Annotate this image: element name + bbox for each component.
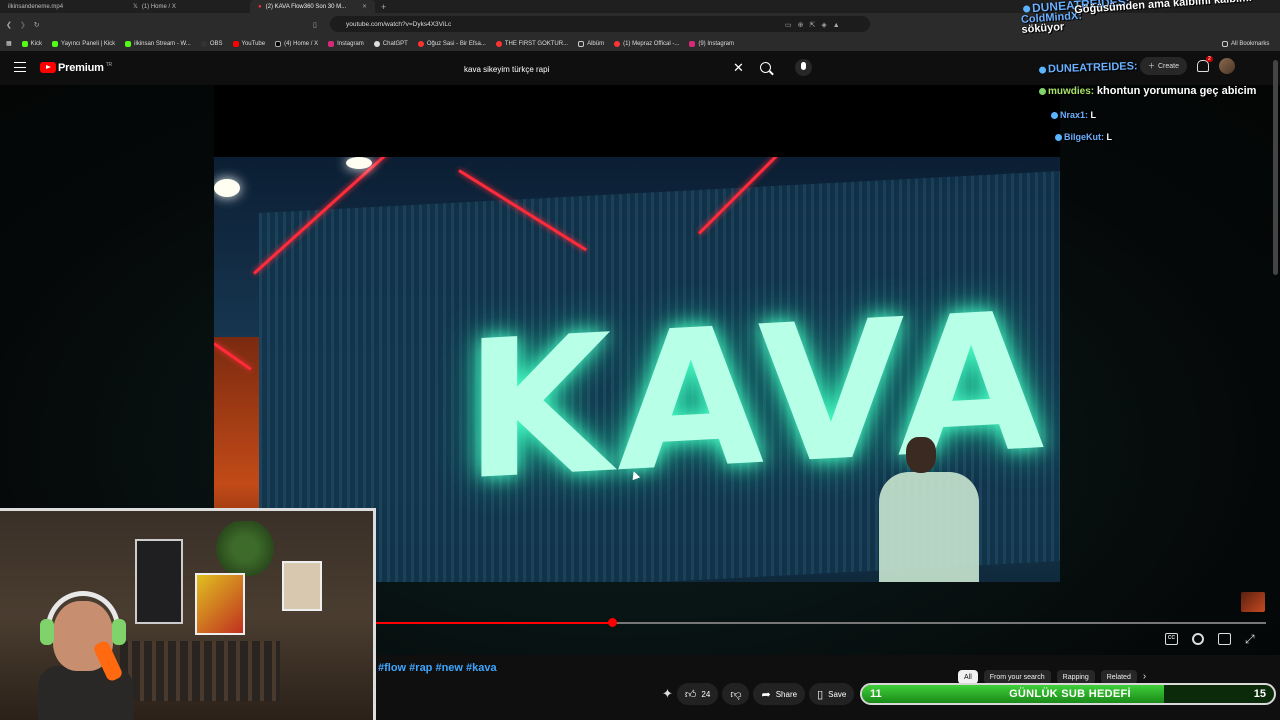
stage-lamp (346, 157, 372, 169)
tab-label: (1) Home / X (141, 3, 176, 10)
tab-close-icon[interactable]: ✕ (362, 3, 367, 10)
settings-icon[interactable] (1192, 633, 1204, 645)
x-logo-icon: 𝕏 (133, 4, 138, 10)
chip-rapping[interactable]: Rapping (1056, 670, 1095, 684)
bookmark-item[interactable]: (9) Instagram (689, 40, 734, 47)
chip-related[interactable]: Related (1100, 670, 1137, 684)
progress-bar[interactable] (376, 618, 1266, 627)
new-tab-button[interactable]: + (375, 2, 392, 12)
chat-badge-icon (1051, 112, 1058, 120)
related-chips: All From your search Rapping Related › (958, 670, 1146, 684)
bookmark-item[interactable]: Kick (21, 40, 42, 47)
like-count: 24 (701, 689, 711, 699)
search-input[interactable]: kava sikeyim türkçe rapi (456, 58, 751, 80)
performer (854, 417, 984, 582)
sub-goal-title: GÜNLÜK SUB HEDEFİ (1009, 688, 1131, 700)
video-hashtags[interactable]: #flow #rap #new #kava (378, 662, 497, 674)
progress-scrubber[interactable] (607, 618, 617, 627)
bookmark-item[interactable]: THE FIRST GOKTUR... (495, 40, 568, 47)
chat-message: Nrax1: L (1051, 110, 1096, 120)
bookmark-item[interactable]: YouTube (232, 40, 265, 47)
like-button[interactable]: 👍︎ 24 (676, 683, 719, 705)
youtube-premium-logo[interactable]: Premium TR (58, 62, 112, 74)
apps-icon[interactable]: ▦ (6, 40, 12, 47)
theater-mode-icon[interactable] (1218, 633, 1231, 645)
bookmark-item[interactable]: ChatGPT (373, 40, 408, 47)
share-label: Share (775, 689, 798, 699)
region-code: TR (105, 62, 112, 69)
chat-message: BilgeKut: L (1055, 132, 1112, 142)
thumbs-up-icon: 👍︎ (684, 688, 697, 701)
bottle-shelf (120, 641, 280, 701)
channel-watermark[interactable] (1241, 592, 1265, 612)
tab-label: (2) KAVA Flow360 Son 30 M... (265, 3, 347, 10)
wall-poster (282, 561, 322, 611)
dislike-button[interactable]: 👎︎ (722, 683, 750, 705)
reload-icon[interactable]: ↻ (34, 21, 40, 29)
youtube-logo-icon[interactable] (40, 62, 56, 73)
share-icon: ➦ (761, 688, 771, 701)
plant (215, 521, 275, 576)
thumbs-down-icon: 👎︎ (730, 688, 742, 701)
subtitles-icon[interactable]: CC (1165, 633, 1178, 645)
save-label: Save (828, 689, 847, 699)
bookmark-item[interactable]: ilkinsan Stream - W... (125, 40, 191, 47)
wall-poster (135, 539, 183, 624)
bookmark-icon: ▯ (817, 688, 824, 701)
voice-search-icon[interactable] (795, 59, 812, 76)
back-icon[interactable]: ❮ (6, 21, 12, 29)
bookmark-item[interactable]: Yayıncı Paneli | Kick (52, 40, 115, 47)
chevron-right-icon[interactable]: › (1143, 670, 1146, 684)
bookmark-page-icon[interactable]: ▯ (313, 21, 317, 29)
menu-icon[interactable] (14, 62, 26, 72)
tab-home-x[interactable]: 𝕏 (1) Home / X (125, 0, 250, 13)
screen: ilkinsandeneme.mp4 𝕏 (1) Home / X ● (2) … (0, 0, 1280, 720)
clear-search-icon[interactable]: ✕ (733, 60, 744, 76)
headphones (46, 591, 120, 641)
chat-message: DUNEATREIDES: (1038, 60, 1138, 75)
share-button[interactable]: ➦ Share (753, 683, 806, 705)
chat-message-text: Göğüsümden ama kalbimi kalbimi söküyor (1021, 0, 1253, 36)
tab-label: ilkinsandeneme.mp4 (8, 3, 64, 10)
sub-goal-bar: 11 GÜNLÜK SUB HEDEFİ 15 (860, 683, 1276, 705)
webcam-overlay (0, 508, 376, 720)
streamer (38, 581, 133, 720)
bookmark-item[interactable]: Instagram (328, 40, 364, 47)
fullscreen-icon[interactable]: ⤢ (1245, 633, 1258, 645)
progress-bar-fill (376, 622, 612, 624)
chip-from-your-search[interactable]: From your search (983, 670, 1051, 684)
save-button[interactable]: ▯ Save (809, 683, 855, 705)
tab-youtube-video[interactable]: ● (2) KAVA Flow360 Son 30 M... ✕ (250, 0, 375, 13)
tab-ilkinsandeneme[interactable]: ilkinsandeneme.mp4 (0, 0, 125, 13)
chat-badge-icon (1055, 134, 1062, 142)
youtube-favicon-icon: ● (258, 3, 262, 10)
chat-overlay: DUNEATREIDES: ColdMindX: Göğüsümden ama … (1015, 0, 1280, 150)
url-text: youtube.com/watch?v=Dyks4X3ViLc (346, 20, 452, 28)
wall-poster (195, 573, 245, 635)
extension-icons[interactable]: ▭⊕⇱◈▲ (785, 21, 846, 29)
search-icon[interactable] (760, 62, 771, 73)
bookmark-folder[interactable]: Albüm (578, 40, 604, 47)
bookmark-item[interactable]: (1) Mepraz Offical -... (614, 40, 679, 47)
forward-icon[interactable]: ❯ (20, 21, 26, 29)
chat-badge-icon (1038, 66, 1047, 74)
bookmark-item[interactable]: OBS (200, 40, 223, 47)
chat-badge-icon (1039, 87, 1046, 95)
bookmark-item[interactable]: (4) Home / X (275, 40, 318, 47)
chip-all[interactable]: All (958, 670, 978, 684)
sparkle-icon[interactable]: ✦ (662, 686, 673, 702)
sub-goal-target: 15 (1253, 688, 1266, 700)
stage-lamp (214, 179, 240, 197)
video-actions: ✦ 👍︎ 24 👎︎ ➦ Share ▯ Save (662, 683, 855, 705)
bookmark-item[interactable]: Oğuz Sasi - Bir Efsa... (417, 40, 486, 47)
chat-message: muwdies: khontun yorumuna geç abicim (1039, 85, 1256, 97)
